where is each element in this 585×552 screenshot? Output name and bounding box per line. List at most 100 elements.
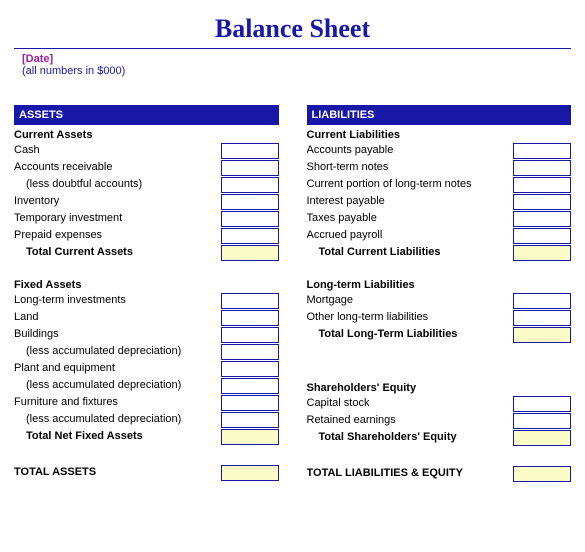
label-payroll: Accrued payroll	[307, 228, 514, 244]
row-inventory: Inventory	[14, 194, 279, 210]
label-total-equity: Total Shareholders' Equity	[307, 430, 514, 446]
row-retained: Retained earnings	[307, 413, 572, 429]
meta-block: [Date] (all numbers in $000)	[22, 53, 571, 77]
input-doubtful[interactable]	[221, 177, 279, 193]
input-ap[interactable]	[513, 143, 571, 159]
row-capstock: Capital stock	[307, 396, 572, 412]
columns: ASSETS Current Assets Cash Accounts rece…	[14, 105, 571, 483]
row-ar: Accounts receivable	[14, 160, 279, 176]
output-total-lt-liab	[513, 327, 571, 343]
label-total-fixed-assets: Total Net Fixed Assets	[14, 429, 221, 445]
input-furniture[interactable]	[221, 395, 279, 411]
input-furniture-dep[interactable]	[221, 412, 279, 428]
input-retained[interactable]	[513, 413, 571, 429]
label-total-lt-liab: Total Long-Term Liabilities	[307, 327, 514, 343]
input-ltinv[interactable]	[221, 293, 279, 309]
input-mortgage[interactable]	[513, 293, 571, 309]
row-furniture: Furniture and fixtures	[14, 395, 279, 411]
input-interest[interactable]	[513, 194, 571, 210]
row-buildings-dep: (less accumulated depreciation)	[14, 344, 279, 360]
label-total-current-liab: Total Current Liabilities	[307, 245, 514, 261]
input-cash[interactable]	[221, 143, 279, 159]
row-stnotes: Short-term notes	[307, 160, 572, 176]
input-plant[interactable]	[221, 361, 279, 377]
row-interest: Interest payable	[307, 194, 572, 210]
label-land: Land	[14, 310, 221, 326]
assets-column: ASSETS Current Assets Cash Accounts rece…	[14, 105, 279, 483]
row-prepaid: Prepaid expenses	[14, 228, 279, 244]
row-taxes: Taxes payable	[307, 211, 572, 227]
label-doubtful: (less doubtful accounts)	[14, 177, 221, 193]
label-plant: Plant and equipment	[14, 361, 221, 377]
input-land[interactable]	[221, 310, 279, 326]
input-buildings-dep[interactable]	[221, 344, 279, 360]
output-total-fixed-assets	[221, 429, 279, 445]
output-total-current-liab	[513, 245, 571, 261]
label-taxes: Taxes payable	[307, 211, 514, 227]
output-total-assets	[221, 465, 279, 481]
current-liabilities-heading: Current Liabilities	[307, 127, 572, 143]
input-inventory[interactable]	[221, 194, 279, 210]
input-taxes[interactable]	[513, 211, 571, 227]
page-title: Balance Sheet	[14, 14, 571, 44]
label-inventory: Inventory	[14, 194, 221, 210]
label-ltinv: Long-term investments	[14, 293, 221, 309]
row-total-lt-liab: Total Long-Term Liabilities	[307, 327, 572, 343]
date-placeholder: [Date]	[22, 53, 571, 65]
input-ar[interactable]	[221, 160, 279, 176]
row-total-current-assets: Total Current Assets	[14, 245, 279, 261]
row-otherlt: Other long-term liabilities	[307, 310, 572, 326]
row-total-equity: Total Shareholders' Equity	[307, 430, 572, 446]
spacer	[307, 344, 572, 378]
label-mortgage: Mortgage	[307, 293, 514, 309]
fixed-assets-heading: Fixed Assets	[14, 277, 279, 293]
output-total-equity	[513, 430, 571, 446]
equity-heading: Shareholders' Equity	[307, 380, 572, 396]
row-ltinv: Long-term investments	[14, 293, 279, 309]
input-stnotes[interactable]	[513, 160, 571, 176]
row-plant-dep: (less accumulated depreciation)	[14, 378, 279, 394]
input-buildings[interactable]	[221, 327, 279, 343]
label-total-liab-equity: TOTAL LIABILITIES & EQUITY	[307, 466, 514, 482]
output-total-liab-equity	[513, 466, 571, 482]
label-tempinv: Temporary investment	[14, 211, 221, 227]
assets-header: ASSETS	[14, 105, 279, 125]
units-note: (all numbers in $000)	[22, 65, 571, 77]
label-furniture-dep: (less accumulated depreciation)	[14, 412, 221, 428]
input-capstock[interactable]	[513, 396, 571, 412]
label-interest: Interest payable	[307, 194, 514, 210]
label-retained: Retained earnings	[307, 413, 514, 429]
label-stnotes: Short-term notes	[307, 160, 514, 176]
label-prepaid: Prepaid expenses	[14, 228, 221, 244]
row-total-assets: TOTAL ASSETS	[14, 465, 279, 481]
label-total-assets: TOTAL ASSETS	[14, 465, 221, 481]
input-prepaid[interactable]	[221, 228, 279, 244]
label-ap: Accounts payable	[307, 143, 514, 159]
row-mortgage: Mortgage	[307, 293, 572, 309]
input-otherlt[interactable]	[513, 310, 571, 326]
row-total-liab-equity: TOTAL LIABILITIES & EQUITY	[307, 466, 572, 482]
title-rule	[14, 48, 571, 49]
row-furniture-dep: (less accumulated depreciation)	[14, 412, 279, 428]
longterm-liab-heading: Long-term Liabilities	[307, 277, 572, 293]
row-buildings: Buildings	[14, 327, 279, 343]
label-ar: Accounts receivable	[14, 160, 221, 176]
row-total-fixed-assets: Total Net Fixed Assets	[14, 429, 279, 445]
row-doubtful: (less doubtful accounts)	[14, 177, 279, 193]
label-capstock: Capital stock	[307, 396, 514, 412]
input-payroll[interactable]	[513, 228, 571, 244]
label-otherlt: Other long-term liabilities	[307, 310, 514, 326]
label-buildings-dep: (less accumulated depreciation)	[14, 344, 221, 360]
row-cpltn: Current portion of long-term notes	[307, 177, 572, 193]
label-plant-dep: (less accumulated depreciation)	[14, 378, 221, 394]
row-total-current-liab: Total Current Liabilities	[307, 245, 572, 261]
label-cash: Cash	[14, 143, 221, 159]
row-payroll: Accrued payroll	[307, 228, 572, 244]
input-tempinv[interactable]	[221, 211, 279, 227]
row-tempinv: Temporary investment	[14, 211, 279, 227]
row-ap: Accounts payable	[307, 143, 572, 159]
label-total-current-assets: Total Current Assets	[14, 245, 221, 261]
input-cpltn[interactable]	[513, 177, 571, 193]
input-plant-dep[interactable]	[221, 378, 279, 394]
liabilities-header: LIABILITIES	[307, 105, 572, 125]
